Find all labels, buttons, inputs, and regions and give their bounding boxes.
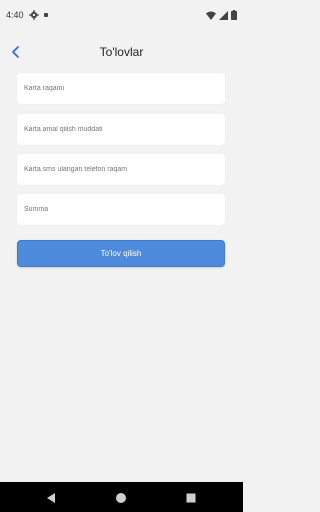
card-number-input[interactable] (17, 73, 225, 104)
status-left: 4:40 (6, 10, 48, 20)
pay-button-label: To'lov qilish (100, 249, 142, 258)
status-right (206, 10, 237, 20)
card-number-field[interactable] (17, 73, 225, 104)
pay-button[interactable]: To'lov qilish (17, 240, 225, 267)
card-expiry-input[interactable] (17, 114, 225, 145)
nav-home-button[interactable] (115, 491, 127, 509)
gear-icon (28, 10, 39, 20)
nav-recents-button[interactable] (185, 491, 197, 509)
amount-field[interactable] (17, 194, 225, 225)
amount-input[interactable] (17, 194, 225, 225)
status-bar: 4:40 (0, 0, 243, 30)
wifi-icon (206, 11, 216, 20)
battery-icon (231, 10, 237, 20)
sms-phone-input[interactable] (17, 154, 225, 185)
app-header: To'lovlar (0, 38, 243, 66)
status-time: 4:40 (6, 10, 24, 20)
cellular-icon (219, 10, 228, 20)
sms-phone-field[interactable] (17, 154, 225, 185)
home-circle-icon (116, 493, 126, 503)
back-triangle-icon (47, 493, 55, 503)
notification-dot-icon (43, 13, 48, 17)
nav-back-button[interactable] (45, 491, 57, 509)
page-title: To'lovlar (99, 45, 144, 59)
card-expiry-field[interactable] (17, 114, 225, 145)
recents-square-icon (186, 493, 196, 503)
system-nav-bar (0, 482, 243, 512)
